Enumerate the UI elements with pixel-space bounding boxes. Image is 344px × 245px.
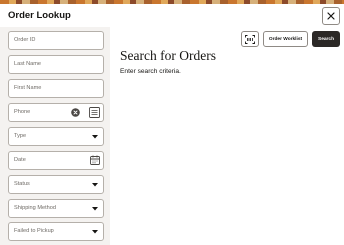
phone-placeholder: Phone: [14, 109, 31, 115]
failed-to-pickup-select[interactable]: Failed to Pickup: [8, 222, 104, 241]
type-placeholder: Type: [14, 133, 27, 139]
calendar-icon[interactable]: [90, 155, 100, 165]
close-icon: [327, 12, 335, 20]
shipping-method-placeholder: Shipping Method: [14, 205, 56, 211]
chevron-down-icon: [92, 183, 98, 187]
phone-field[interactable]: Phone: [8, 103, 104, 122]
first-name-placeholder: First Name: [14, 85, 42, 91]
failed-to-pickup-placeholder: Failed to Pickup: [14, 228, 54, 234]
type-select[interactable]: Type: [8, 127, 104, 146]
chevron-down-icon: [92, 230, 98, 234]
scan-button[interactable]: [241, 31, 259, 47]
order-worklist-button[interactable]: Order Worklist: [263, 31, 308, 47]
close-button[interactable]: [322, 7, 340, 25]
status-placeholder: Status: [14, 181, 30, 187]
instruction-text: Enter search criteria.: [120, 68, 181, 75]
last-name-placeholder: Last Name: [14, 61, 42, 67]
date-placeholder: Date: [14, 157, 26, 163]
keypad-icon[interactable]: [89, 107, 100, 118]
shipping-method-select[interactable]: Shipping Method: [8, 199, 104, 218]
chevron-down-icon: [92, 207, 98, 211]
clear-circle-icon[interactable]: [71, 108, 80, 117]
last-name-field[interactable]: Last Name: [8, 55, 104, 74]
page-title: Search for Orders: [120, 48, 216, 63]
dialog-header: Order Lookup: [0, 4, 344, 27]
dialog-title: Order Lookup: [8, 10, 71, 21]
scan-icon: [245, 34, 255, 44]
search-button[interactable]: Search: [312, 31, 340, 47]
first-name-field[interactable]: First Name: [8, 79, 104, 98]
chevron-down-icon: [92, 135, 98, 139]
status-select[interactable]: Status: [8, 175, 104, 194]
order-id-field[interactable]: Order ID: [8, 31, 104, 50]
date-field[interactable]: Date: [8, 151, 104, 170]
order-id-placeholder: Order ID: [14, 37, 36, 43]
